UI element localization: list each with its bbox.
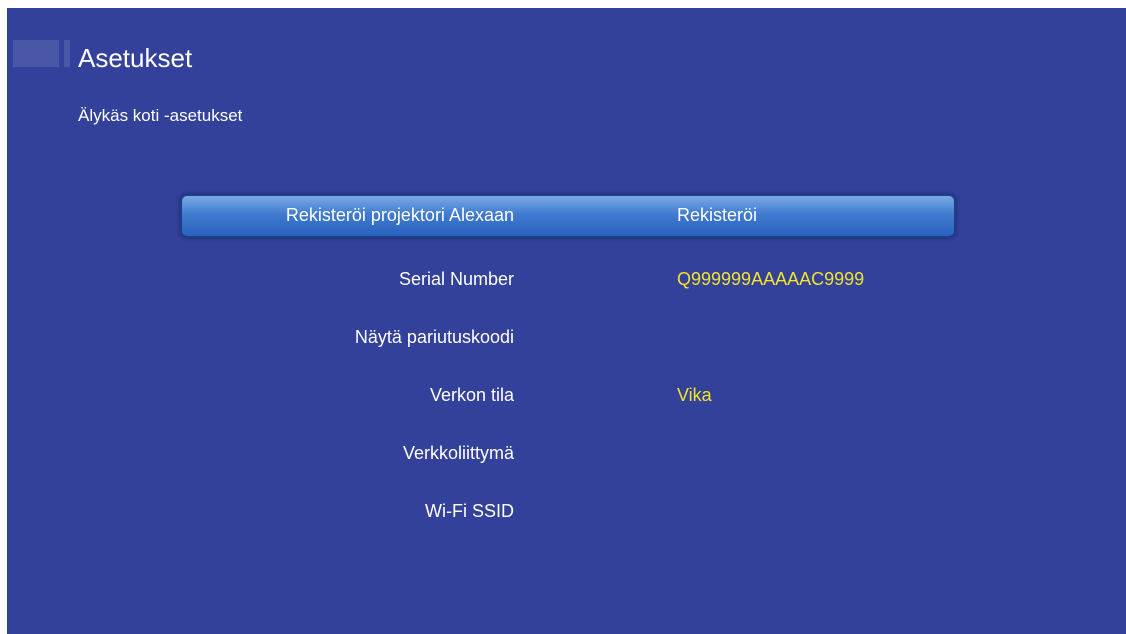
settings-screen: Asetukset Älykäs koti -asetukset Rekiste… xyxy=(7,8,1126,634)
setting-row-network-status[interactable]: Verkon tila Vika xyxy=(180,366,956,424)
setting-label: Rekisteröi projektori Alexaan xyxy=(285,205,514,225)
settings-list: Rekisteröi projektori Alexaan Rekisteröi… xyxy=(180,192,956,540)
setting-value: Vika xyxy=(677,385,712,405)
setting-row-pairing-code[interactable]: Näytä pariutuskoodi xyxy=(180,308,956,366)
setting-label: Wi-Fi SSID xyxy=(425,501,514,521)
setting-row-register-alexa[interactable]: Rekisteröi projektori Alexaan Rekisteröi xyxy=(180,192,956,250)
menu-logo-block xyxy=(13,40,59,67)
setting-label: Verkkoliittymä xyxy=(402,443,514,463)
setting-row-serial-number[interactable]: Serial Number Q999999AAAAAC9999 xyxy=(180,250,956,308)
menu-logo-bar xyxy=(64,40,70,67)
setting-label: Näytä pariutuskoodi xyxy=(354,327,514,347)
page-title: Asetukset xyxy=(78,43,193,73)
setting-row-wifi-ssid[interactable]: Wi-Fi SSID xyxy=(180,482,956,540)
register-button[interactable]: Rekisteröi xyxy=(677,204,757,226)
page-subtitle: Älykäs koti -asetukset xyxy=(78,106,243,125)
setting-row-network-interface[interactable]: Verkkoliittymä xyxy=(180,424,956,482)
setting-label: Serial Number xyxy=(398,269,514,289)
setting-value: Q999999AAAAAC9999 xyxy=(677,269,865,289)
setting-label: Verkon tila xyxy=(429,385,514,405)
